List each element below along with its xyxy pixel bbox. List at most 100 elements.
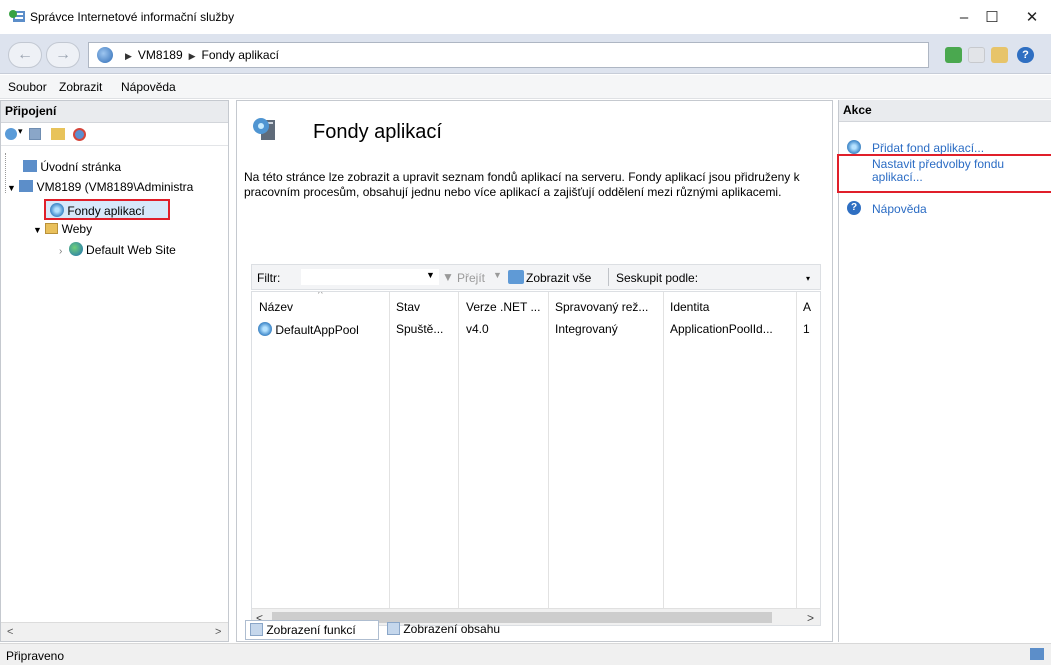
toolbar-separator	[608, 268, 609, 286]
tree-label-server: VM8189 (VM8189\Administra	[36, 180, 194, 194]
add-app-pool-icon	[847, 140, 861, 154]
funnel-icon: ▼	[442, 270, 454, 284]
server-icon	[19, 180, 34, 192]
breadcrumb-app-pools[interactable]: Fondy aplikací	[202, 48, 279, 62]
filter-label: Filtr:	[257, 271, 281, 285]
go-button[interactable]: Přejít	[457, 271, 485, 285]
column-header-net-version[interactable]: Verze .NET ...	[466, 300, 540, 314]
disconnect-icon[interactable]	[73, 128, 86, 141]
menu-file[interactable]: Soubor	[8, 80, 47, 94]
filter-input[interactable]	[300, 268, 440, 286]
refresh-icon[interactable]	[945, 47, 962, 63]
page-title: Fondy aplikací	[313, 121, 442, 143]
tab-content-view[interactable]: Zobrazení obsahu	[383, 620, 523, 640]
group-by-button[interactable]: Seskupit podle:	[616, 271, 698, 285]
horizontal-scrollbar[interactable]: < >	[1, 622, 228, 641]
scroll-down-icon[interactable]: ▾	[806, 274, 810, 283]
iis-app-icon	[8, 9, 25, 23]
scroll-right-icon[interactable]: >	[215, 626, 221, 638]
column-divider	[458, 292, 459, 625]
title-bar: Správce Internetové informační služby – …	[0, 0, 1051, 34]
go-dropdown-icon[interactable]: ▼	[493, 270, 502, 280]
sort-ascending-icon: ^	[318, 291, 323, 300]
address-toolbar: ← → ▶ VM8189 ▶ Fondy aplikací ?	[0, 34, 1051, 74]
chevron-down-icon[interactable]: ▾	[18, 126, 23, 137]
set-app-pool-defaults-link[interactable]: Nastavit předvolby fondu aplikací...	[837, 154, 1051, 193]
tree-label-sites: Weby	[61, 222, 93, 236]
actions-panel: Akce Přidat fond aplikací... Nastavit př…	[837, 100, 1051, 642]
chevron-down-icon[interactable]: ▼	[426, 270, 435, 280]
start-page-icon	[23, 160, 37, 172]
content-panel: Fondy aplikací Na této stránce lze zobra…	[236, 100, 833, 642]
sites-folder-icon	[45, 223, 59, 234]
help-icon: ?	[847, 201, 861, 215]
tree-item-app-pools[interactable]: Fondy aplikací	[44, 199, 170, 220]
column-header-status[interactable]: Stav	[396, 300, 420, 314]
save-icon[interactable]	[29, 128, 41, 140]
row-applications: 1	[803, 322, 810, 336]
row-name: DefaultAppPool	[258, 322, 359, 337]
menu-help[interactable]: Nápověda	[121, 80, 176, 94]
chevron-down-icon[interactable]: ▼	[7, 183, 16, 193]
breadcrumb-server[interactable]: VM8189	[138, 48, 183, 62]
connections-panel: Připojení ▾ Úvodní stránka ▼ VM8189 (VM8…	[0, 100, 229, 642]
connection-icon	[97, 47, 113, 63]
app-pools-large-icon	[251, 114, 279, 142]
scroll-right-icon[interactable]: >	[807, 611, 814, 625]
chevron-right-icon: ▶	[125, 51, 132, 61]
tab-content-view-label: Zobrazení obsahu	[403, 622, 501, 636]
menu-bar: Soubor Zobrazit Nápověda	[0, 75, 1051, 99]
close-button[interactable]: ✕	[1012, 6, 1051, 30]
status-bar: Připraveno	[0, 643, 1051, 665]
connections-toolbar: ▾	[1, 124, 228, 146]
column-header-identity[interactable]: Identita	[670, 300, 709, 314]
tab-features-view-label: Zobrazení funkcí	[266, 623, 356, 637]
page-description: Na této stránce lze zobrazit a upravit s…	[244, 170, 800, 199]
scroll-left-icon[interactable]: <	[7, 626, 13, 638]
tree-item-sites[interactable]: ▼ Weby	[33, 222, 92, 236]
address-bar[interactable]: ▶ VM8189 ▶ Fondy aplikací	[88, 42, 929, 68]
app-pool-icon	[258, 322, 272, 336]
row-identity: ApplicationPoolId...	[670, 322, 773, 336]
row-status: Spuště...	[396, 322, 444, 336]
menu-view[interactable]: Zobrazit	[59, 80, 102, 94]
back-button[interactable]: ←	[8, 42, 42, 68]
chevron-right-icon: ▶	[188, 51, 196, 61]
filter-bar: Filtr: ▼ ▼ Přejít ▼ Zobrazit vše Seskupi…	[251, 264, 821, 290]
content-view-icon	[387, 622, 400, 635]
tree-item-default-site[interactable]: › Default Web Site	[59, 242, 176, 257]
tree-item-server[interactable]: ▼ VM8189 (VM8189\Administra	[7, 180, 193, 194]
chevron-down-icon[interactable]: ▼	[33, 225, 42, 235]
column-divider	[389, 292, 390, 625]
column-header-name[interactable]: Název	[259, 300, 293, 314]
up-folder-icon[interactable]	[51, 128, 65, 140]
chevron-right-icon[interactable]: ›	[59, 246, 62, 257]
row-pipeline-mode: Integrovaný	[555, 322, 618, 336]
actions-title: Akce	[839, 100, 1051, 122]
window-title: Správce Internetové informační služby	[30, 10, 235, 24]
features-view-icon	[250, 623, 263, 636]
app-pool-icon	[50, 203, 64, 217]
show-all-icon	[508, 270, 524, 284]
forward-button[interactable]: →	[46, 42, 80, 68]
server-status-icon	[1030, 648, 1044, 660]
show-all-button[interactable]: Zobrazit vše	[526, 271, 591, 285]
column-header-applications[interactable]: A	[803, 300, 811, 314]
row-net-version: v4.0	[466, 322, 489, 336]
maximize-button[interactable]: ☐	[972, 6, 1012, 30]
connect-icon[interactable]	[5, 128, 17, 140]
home-icon[interactable]	[991, 47, 1008, 63]
app-pools-list: ^ Název Stav Verze .NET ... Spravovaný r…	[251, 291, 821, 626]
tree-item-start-page[interactable]: Úvodní stránka	[23, 160, 121, 174]
column-header-pipeline-mode[interactable]: Spravovaný rež...	[555, 300, 648, 314]
help-icon[interactable]: ?	[1017, 47, 1034, 63]
tab-features-view[interactable]: Zobrazení funkcí	[245, 620, 379, 640]
tree-label-app-pools: Fondy aplikací	[67, 204, 145, 218]
stop-icon[interactable]	[968, 47, 985, 63]
help-link[interactable]: Nápověda	[872, 202, 927, 216]
add-app-pool-link[interactable]: Přidat fond aplikací...	[872, 141, 984, 155]
column-divider	[548, 292, 549, 625]
tree-label-default-site: Default Web Site	[86, 243, 176, 257]
globe-icon	[68, 242, 83, 256]
column-area	[252, 292, 389, 625]
